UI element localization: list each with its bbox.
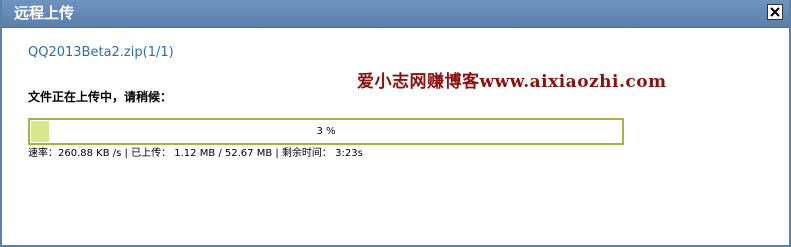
dialog-title: 远程上传 xyxy=(14,4,75,22)
dialog-titlebar[interactable]: 远程上传 xyxy=(2,0,789,28)
remote-upload-dialog: 远程上传 QQ2013Beta2.zip(1/1) 爱小志网赚博客www.aix… xyxy=(0,0,791,247)
upload-stats-line: 速率：260.88 KB /s | 已上传： 1.12 MB / 52.67 M… xyxy=(28,148,363,159)
upload-status-text: 文件正在上传中，请稍候： xyxy=(28,90,173,104)
close-x-icon xyxy=(770,7,780,17)
watermark-text: 爱小志网赚博客www.aixiaozhi.com xyxy=(357,72,667,92)
close-button[interactable] xyxy=(767,4,783,20)
progress-percent-label: 3 % xyxy=(316,126,336,137)
upload-progress-bar: 3 % xyxy=(28,118,624,145)
upload-file-name: QQ2013Beta2.zip(1/1) xyxy=(28,45,174,60)
